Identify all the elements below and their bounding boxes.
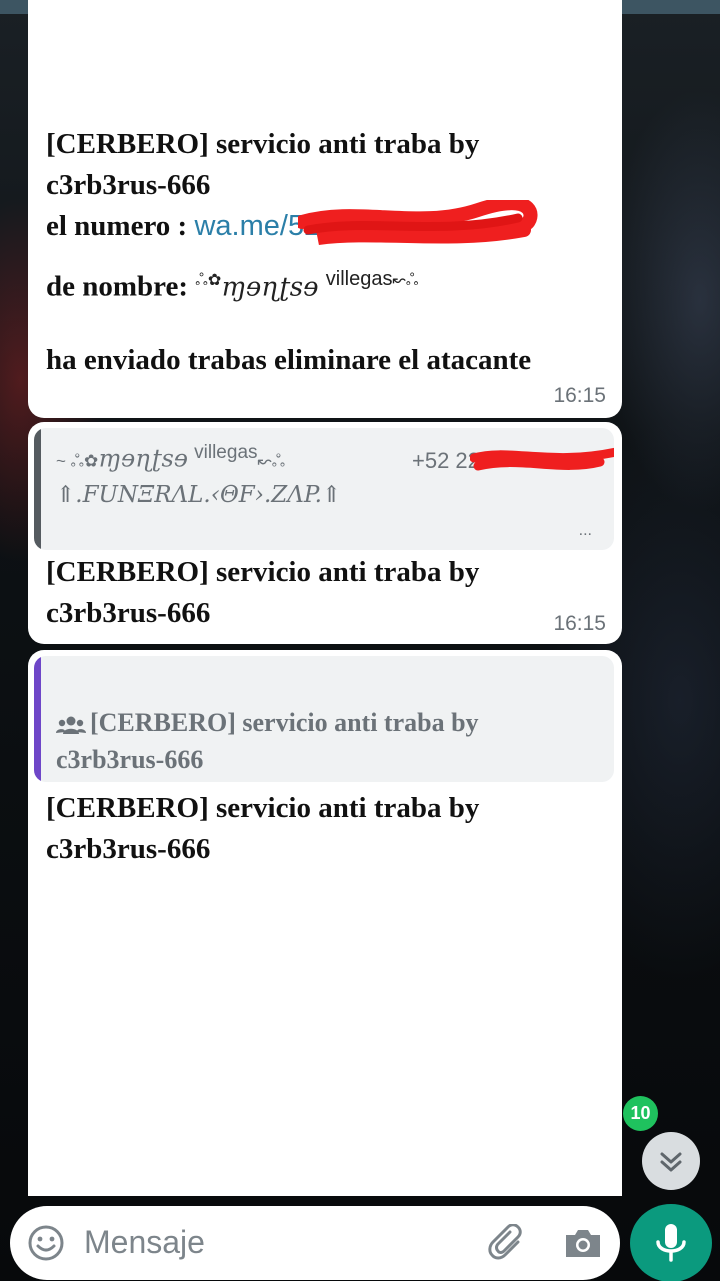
quoted-message[interactable]: ~ ஃ✿ɱɘɳʈsɘ villegas↜ஃ +52 22 ⇑.FUNΞRΛL.‹… xyxy=(34,428,614,550)
paperclip-icon[interactable] xyxy=(488,1224,528,1264)
camera-icon[interactable] xyxy=(562,1223,604,1263)
phone-link[interactable]: wa.me/52 xyxy=(194,210,320,242)
double-chevron-down-icon xyxy=(660,1152,682,1172)
message-body: ha enviado trabas eliminare el atacante xyxy=(46,343,532,376)
quote-author-fancy: ɱɘɳʈsɘ xyxy=(98,444,189,473)
microphone-icon xyxy=(656,1224,686,1262)
message-bubble-2[interactable]: ~ ஃ✿ɱɘɳʈsɘ villegas↜ஃ +52 22 ⇑.FUNΞRΛL.‹… xyxy=(28,422,622,644)
message-line: [CERBERO] servicio anti traba by xyxy=(46,792,480,824)
quote-author-small: villegas xyxy=(194,442,258,463)
quote-author-decoration: ↜ஃ xyxy=(257,451,286,471)
message-input[interactable]: Mensaje xyxy=(84,1224,205,1261)
message-time: 16:15 xyxy=(553,612,606,635)
quote-text: ⇑.FUNΞRΛL.‹ΘF›.ZΛP.⇑ xyxy=(56,482,342,508)
group-icon xyxy=(56,716,86,735)
quote-author-decoration: ~ ஃ✿ xyxy=(56,451,99,471)
sender-name-fancy: ɱɘɳʈsɘ xyxy=(221,272,319,303)
emoji-icon[interactable] xyxy=(26,1223,66,1263)
quote-phone: +52 22 xyxy=(412,448,480,473)
message-composer[interactable]: Mensaje xyxy=(10,1206,620,1280)
message-line: c3rb3rus-666 xyxy=(46,169,211,201)
sender-name-small: villegas xyxy=(325,268,393,290)
message-line: c3rb3rus-666 xyxy=(46,833,211,865)
quote-bar xyxy=(34,428,41,550)
name-decoration: ஃ✿ xyxy=(195,272,222,289)
quote-line: [CERBERO] servicio anti traba by xyxy=(90,708,479,737)
send-voice-button[interactable] xyxy=(630,1204,712,1281)
unread-count-badge: 10 xyxy=(623,1096,658,1131)
message-time: 16:15 xyxy=(553,384,606,407)
quote-more: ... xyxy=(578,522,592,539)
message-line: c3rb3rus-666 xyxy=(46,597,211,629)
nombre-label: de nombre: xyxy=(46,270,189,303)
quote-line: c3rb3rus-666 xyxy=(56,745,204,774)
message-bubble-3[interactable]: [CERBERO] servicio anti traba by c3rb3ru… xyxy=(28,650,622,1196)
scroll-to-bottom-button[interactable] xyxy=(642,1132,700,1190)
message-line: [CERBERO] servicio anti traba by xyxy=(46,128,480,160)
message-bubble-1[interactable]: [CERBERO] servicio anti traba by c3rb3ru… xyxy=(28,0,622,418)
quote-bar xyxy=(34,656,41,782)
name-decoration: ↜ஃ xyxy=(392,272,419,289)
numero-label: el numero : xyxy=(46,210,188,242)
quoted-message[interactable]: [CERBERO] servicio anti traba by c3rb3ru… xyxy=(34,656,614,782)
message-line: [CERBERO] servicio anti traba by xyxy=(46,556,480,588)
